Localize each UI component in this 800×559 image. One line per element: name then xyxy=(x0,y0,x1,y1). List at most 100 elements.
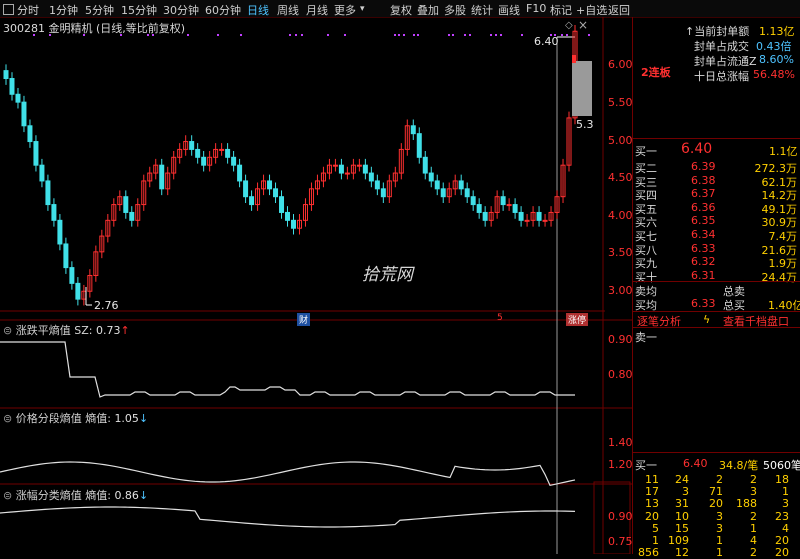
level-price: 6.31 xyxy=(691,268,716,282)
detail-row: 17 3 71 3 1 xyxy=(633,485,800,498)
period-tab-daily[interactable]: 日线 xyxy=(247,2,269,18)
level-volume: 1.1亿 xyxy=(769,145,798,158)
detail-header: 买一 6.40 34.8/笔 5060笔 xyxy=(633,457,800,472)
price-axis-label: 3.50 xyxy=(608,246,633,259)
detail-cell: 1 xyxy=(652,534,659,547)
indicator2-value: 1.05 xyxy=(114,412,139,425)
orderbook-level-row[interactable]: 买八 6.33 21.6万 xyxy=(633,241,800,257)
indicator3-arrow: ↓ xyxy=(138,489,149,502)
detail-cell: 3 xyxy=(716,509,723,523)
detail-count: 5060笔 xyxy=(763,459,800,472)
detail-price: 6.40 xyxy=(683,457,708,470)
level-price: 6.33 xyxy=(691,241,716,255)
detail-per-order: 34.8/笔 xyxy=(719,459,759,472)
level-price: 6.38 xyxy=(691,173,716,187)
period-tab-weekly[interactable]: 周线 xyxy=(277,2,299,18)
detail-cell: 1 xyxy=(716,546,723,559)
tool-fuquan[interactable]: 复权 xyxy=(390,2,412,18)
ind3-axis-label: 0.90 xyxy=(608,510,633,523)
period-toolbar: 分时 1分钟 5分钟 15分钟 30分钟 60分钟 日线 周线 月线 更多 ▾ … xyxy=(0,0,800,18)
event-marker-finance[interactable]: 财 xyxy=(297,313,311,326)
settings-icon[interactable]: ⊜ xyxy=(3,324,12,337)
tool-statistics[interactable]: 统计 xyxy=(471,2,493,18)
tool-add-favorite[interactable]: +自选 xyxy=(576,2,607,18)
level-price: 6.37 xyxy=(691,187,716,201)
sell-avg-row: 卖均 总卖 xyxy=(633,283,800,298)
detail-cell: 856 xyxy=(638,546,659,559)
level-price: 6.36 xyxy=(691,200,716,214)
orderbook-buy1-row[interactable]: 买一 6.40 1.1亿 xyxy=(633,141,800,159)
detail-cell: 18 xyxy=(775,473,789,486)
period-tab-fenshi[interactable]: 分时 xyxy=(17,2,39,18)
indicator1-label: SZ: xyxy=(74,324,93,337)
indicator3-name: 涨幅分类熵值 xyxy=(15,489,82,502)
tool-back[interactable]: 返回 xyxy=(608,2,630,18)
indicator3-label: 熵值: xyxy=(85,489,111,502)
detail-row: 856 12 1 2 20 xyxy=(633,546,800,559)
period-tab-1min[interactable]: 1分钟 xyxy=(49,2,78,18)
tool-draw-line[interactable]: 画线 xyxy=(498,2,520,18)
indicator2-header: ⊜ 价格分段熵值 熵值: 1.05↓ xyxy=(3,410,148,426)
kline-canvas[interactable] xyxy=(0,17,632,554)
tool-overlay[interactable]: 叠加 xyxy=(417,2,439,18)
detail-cell: 3 xyxy=(716,521,723,535)
detail-row: 1 109 1 4 20 xyxy=(633,534,800,547)
detail-cell: 1 xyxy=(750,521,757,535)
orderbook-level-row[interactable]: 买六 6.35 30.9万 xyxy=(633,214,800,229)
info-value: 8.60% xyxy=(759,53,794,66)
orderbook-level-row[interactable]: 买五 6.36 49.1万 xyxy=(633,200,800,216)
detail-cell: 3 xyxy=(782,497,789,511)
chart-title: 300281 金明精机 (日线,等比前复权) xyxy=(3,22,186,35)
period-tab-more[interactable]: 更多 xyxy=(334,2,356,18)
price-axis-label: 3.00 xyxy=(608,284,633,297)
detail-cell: 20 xyxy=(775,546,789,559)
detail-cell: 5 xyxy=(652,521,659,535)
price-axis-label: 6.00 xyxy=(608,58,633,71)
orderbook-level-row[interactable]: 买二 6.39 272.3万 xyxy=(633,160,800,175)
tool-mark[interactable]: 标记 xyxy=(550,2,572,18)
chart-area: 300281 金明精机 (日线,等比前复权) ◇ × 6.00 5.50 5.0… xyxy=(0,17,633,554)
info-label: 当前封单额 xyxy=(694,25,750,38)
info-row: 十日总涨幅 56.48% xyxy=(633,68,800,83)
indicator1-value: 0.73 xyxy=(95,324,121,337)
detail-cell: 12 xyxy=(675,546,689,559)
sell1-label: 卖一 xyxy=(635,331,657,344)
detail-cell: 10 xyxy=(675,509,689,523)
tool-f10[interactable]: F10 xyxy=(526,2,546,15)
low-price-label: 2.76 xyxy=(94,299,119,312)
period-grid-icon[interactable] xyxy=(3,4,14,15)
mid-price-label: 5.3 xyxy=(576,118,594,131)
watermark: 拾荒网 xyxy=(362,265,413,285)
event-marker-limitup[interactable]: 涨停 xyxy=(566,313,589,326)
tool-multi-stock[interactable]: 多股 xyxy=(444,2,466,18)
settings-icon[interactable]: ⊜ xyxy=(3,489,12,502)
orderbook-level-row[interactable]: 买七 6.34 7.4万 xyxy=(633,228,800,243)
orderbook-level-row[interactable]: 买九 6.32 1.9万 xyxy=(633,255,800,270)
indicator2-arrow: ↓ xyxy=(138,412,149,425)
detail-cell: 11 xyxy=(645,473,659,486)
period-tab-15min[interactable]: 15分钟 xyxy=(121,2,157,18)
orderbook-level-row[interactable]: 买三 6.38 62.1万 xyxy=(633,173,800,189)
detail-row: 13 31 20 188 3 xyxy=(633,497,800,510)
indicator1-name: 涨跌平熵值 xyxy=(15,324,71,337)
price-axis-label: 4.50 xyxy=(608,171,633,184)
period-tab-30min[interactable]: 30分钟 xyxy=(163,2,199,18)
detail-cell: 13 xyxy=(645,497,659,511)
period-tab-monthly[interactable]: 月线 xyxy=(306,2,328,18)
period-tab-5min[interactable]: 5分钟 xyxy=(85,2,114,18)
close-icon[interactable]: × xyxy=(578,18,588,32)
price-axis-label: 4.00 xyxy=(608,209,633,222)
period-tab-60min[interactable]: 60分钟 xyxy=(205,2,241,18)
price-axis-label: 5.50 xyxy=(608,96,633,109)
indicator3-value: 0.86 xyxy=(114,489,139,502)
orderbook-level-row[interactable]: 买四 6.37 14.2万 xyxy=(633,187,800,202)
more-dropdown-icon[interactable]: ▾ xyxy=(360,4,365,14)
event-marker-number[interactable]: 5 xyxy=(497,313,503,323)
ind3-axis-label: 0.75 xyxy=(608,535,633,548)
ind2-axis-label: 1.40 xyxy=(608,436,633,449)
diamond-icon[interactable]: ◇ xyxy=(565,20,573,31)
settings-icon[interactable]: ⊜ xyxy=(3,412,12,425)
level-price: 6.40 xyxy=(681,141,713,157)
detail-cell: 2 xyxy=(750,546,757,559)
buy-avg-row: 买均 6.33 总买 1.40亿 xyxy=(633,297,800,312)
